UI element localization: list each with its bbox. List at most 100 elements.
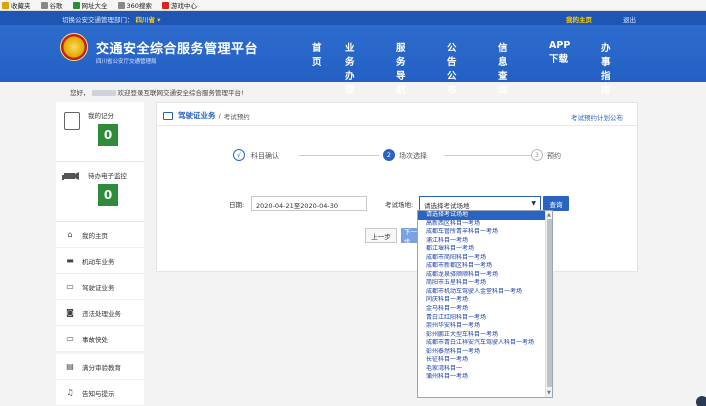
page-icon [117, 1, 125, 9]
dropdown-option[interactable]: 成都车管所青羊科目一考场 [418, 228, 552, 237]
home-icon: ⌂ [67, 230, 73, 239]
bookmark-item[interactable]: 谷歌 [40, 0, 63, 10]
nav-info-query[interactable]: 信息查询 [498, 40, 508, 96]
dropdown-option[interactable]: 高新西区科目一考场 [418, 220, 552, 229]
dropdown-option[interactable]: 成都市新都区科目一考场 [418, 262, 552, 271]
venue-select-value: 请选择考试场地 [424, 202, 470, 210]
welcome-prefix: 您好， [70, 89, 90, 97]
dropdown-option[interactable]: 简阳市五星科目一考场 [418, 279, 552, 288]
divider [157, 125, 637, 126]
stat-label: 我的记分 [88, 112, 114, 120]
site-subtitle: 四川省公安厅交通管理局 [96, 59, 157, 65]
nav-guide[interactable]: 办事指南 [601, 40, 611, 96]
sidebar-item[interactable]: ▤ 满分审验教育 [56, 354, 144, 380]
dropdown-scrollbar[interactable]: ▲ ▼ [545, 211, 552, 397]
my-home-link[interactable]: 我的主页 [566, 14, 592, 24]
step-1-check-icon: √ [233, 149, 245, 161]
dropdown-option[interactable]: 成都市青白江祥安汽车驾驶人科目一考场 [418, 339, 552, 348]
venue-dropdown-list: 请选择考试场地 高新西区科目一考场 成都车管所青羊科目一考场 浦江科目一考场 都江堰科目… [417, 210, 553, 398]
dropdown-option[interactable]: 浦江科目一考场 [418, 237, 552, 246]
nav-home[interactable]: 首页 [312, 40, 322, 68]
car-icon: ▬ [66, 256, 74, 265]
prev-step-button[interactable]: 上一步 [365, 228, 397, 243]
chevron-down-icon: ▼ [531, 200, 536, 207]
bookmark-label: 游戏中心 [170, 2, 197, 10]
stat-label: 待办电子监控 [88, 172, 127, 180]
camera-icon [62, 172, 79, 180]
stat-value: 0 [98, 124, 118, 146]
venue-select[interactable]: 请选择考试场地 ▼ [419, 196, 541, 211]
scroll-down-icon[interactable]: ▼ [547, 390, 551, 396]
dropdown-option[interactable]: 蒲州科目一考场 [418, 373, 552, 382]
sidebar-item[interactable]: ▬ 机动车业务 [56, 248, 144, 274]
breadcrumb-separator: / [218, 111, 221, 120]
floating-help-icon[interactable] [696, 396, 706, 406]
dropdown-option[interactable]: 彭州泰然科目一考场 [418, 348, 552, 357]
query-button[interactable]: 查询 [543, 196, 569, 211]
dropdown-option[interactable]: 请选择考试场地 [418, 211, 552, 220]
document-icon [64, 112, 80, 130]
bookmark-item[interactable]: 360搜索 [117, 0, 152, 10]
step-3-label: 预约 [547, 152, 561, 160]
sidebar: 我的记分 0 待办电子监控 0 ⌂ 我的主页 ▬ 机动车业务 ▭ 驾驶证业务 ◙ 违法处理业务… [56, 102, 144, 406]
license-icon [163, 111, 173, 120]
sidebar-item[interactable]: ⌂ 我的主页 [56, 222, 144, 248]
bookmark-label: 收藏夹 [11, 2, 31, 10]
step-connector [299, 155, 379, 156]
stat-my-points[interactable]: 我的记分 0 [56, 102, 144, 162]
dropdown-option[interactable]: 金马科目一考场 [418, 305, 552, 314]
city-name[interactable]: 四川省 ▾ [136, 14, 161, 24]
venue-label: 考试场地: [385, 201, 414, 209]
dropdown-option[interactable]: 彭州鹏正大型车科目一考场 [418, 331, 552, 340]
sidebar-item-label: 机动车业务 [82, 257, 115, 266]
breadcrumb: 驾驶证业务 / 考试预约 [163, 110, 250, 121]
city-switch-label: 切换公安交通管理部门： [62, 16, 134, 24]
sidebar-item-label: 事故快处 [82, 335, 108, 344]
logout-link[interactable]: 退出 [623, 14, 636, 24]
main-panel: 驾驶证业务 / 考试预约 考试预约计划公布 √ 科目确认 2 场次选择 3 预约… [156, 102, 638, 272]
stat-value: 0 [98, 184, 118, 206]
sidebar-item[interactable]: ◙ 违法处理业务 [56, 300, 144, 326]
accident-icon: ▭ [66, 334, 74, 343]
nav-app-download[interactable]: APP下载 [549, 40, 570, 65]
dropdown-option[interactable]: 青白江红阳科目一考场 [418, 314, 552, 323]
sidebar-item-label: 满分审验教育 [82, 363, 121, 372]
sidebar-item[interactable]: ▭ 驾驶证业务 [56, 274, 144, 300]
step-3-number: 3 [531, 149, 543, 161]
nav-business[interactable]: 业务办理 [345, 40, 355, 96]
sidebar-item-label: 我的主页 [82, 231, 108, 240]
exam-plan-link[interactable]: 考试预约计划公布 [571, 112, 623, 122]
dropdown-option[interactable]: 崇州华安科目一考场 [418, 322, 552, 331]
bell-icon: ♫ [66, 388, 74, 397]
breadcrumb-page: 考试预约 [223, 112, 250, 121]
dropdown-option[interactable]: 毛家湾科目一 [418, 365, 552, 374]
top-utility-bar: 切换公安交通管理部门： 四川省 ▾ 我的主页 退出 [0, 11, 706, 25]
sidebar-item[interactable]: ♫ 告知与提示 [56, 380, 144, 406]
dropdown-option[interactable]: 成都龙泉驿顺顺科目一考场 [418, 271, 552, 280]
dropdown-option[interactable]: 长征科目一考场 [418, 356, 552, 365]
nav-service-guide[interactable]: 服务导航 [396, 40, 406, 96]
dropdown-option[interactable]: 成都市简阳科目一考场 [418, 254, 552, 263]
police-emblem-icon [60, 33, 88, 61]
bookmark-item[interactable]: 收藏夹 [2, 0, 31, 10]
dropdown-option[interactable]: 都江堰科目一考场 [418, 245, 552, 254]
bookmark-item[interactable]: 游戏中心 [161, 0, 197, 10]
sidebar-item[interactable]: ▭ 事故快处 [56, 326, 144, 352]
bookmark-item[interactable]: 网址大全 [72, 0, 108, 10]
scrollbar-thumb[interactable] [547, 219, 552, 387]
page-icon [40, 1, 48, 9]
step-1-label: 科目确认 [251, 152, 279, 160]
breadcrumb-section[interactable]: 驾驶证业务 [178, 110, 216, 121]
sidebar-item-label: 告知与提示 [82, 389, 115, 398]
nav-announcements[interactable]: 公告公布 [447, 40, 457, 96]
scroll-up-icon[interactable]: ▲ [547, 212, 551, 218]
camera-icon: ◙ [66, 308, 74, 317]
stat-pending-monitoring[interactable]: 待办电子监控 0 [56, 162, 144, 222]
date-range-input[interactable]: 2020-04-21至2020-04-30 [251, 196, 367, 211]
game-icon [161, 1, 169, 9]
dropdown-option[interactable]: 同庆科目一考场 [418, 296, 552, 305]
dropdown-option[interactable]: 成都市机动车驾驶人金堂科目一考场 [418, 288, 552, 297]
city-switcher[interactable]: 切换公安交通管理部门： 四川省 ▾ [62, 14, 161, 24]
step-2-label: 场次选择 [399, 152, 427, 160]
bookmarks-bar: 收藏夹 谷歌 网址大全 360搜索 游戏中心 [0, 0, 706, 11]
